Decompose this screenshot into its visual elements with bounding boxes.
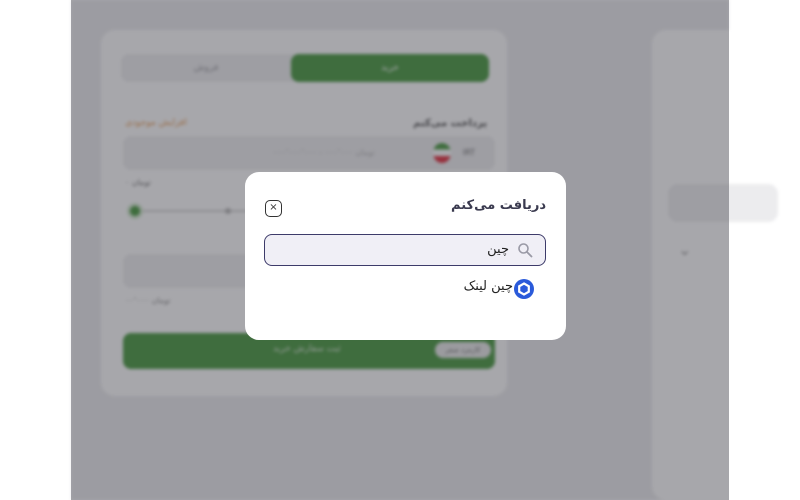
result-label: چین لینک: [463, 279, 513, 294]
chainlink-icon: [514, 279, 534, 299]
result-item-chainlink[interactable]: چین لینک: [435, 276, 545, 302]
close-button[interactable]: ×: [265, 200, 282, 217]
search-input[interactable]: [279, 235, 509, 264]
screen: فروش خرید پرداخت می‌کنم افزایش موجودی ۰۰…: [0, 0, 800, 500]
search-icon: [518, 243, 533, 258]
close-icon: ×: [269, 202, 278, 213]
modal-title: دریافت می‌کنم: [451, 198, 546, 213]
receive-currency-modal: دریافت می‌کنم × چین لینک: [245, 172, 566, 340]
search-box: [264, 234, 546, 266]
